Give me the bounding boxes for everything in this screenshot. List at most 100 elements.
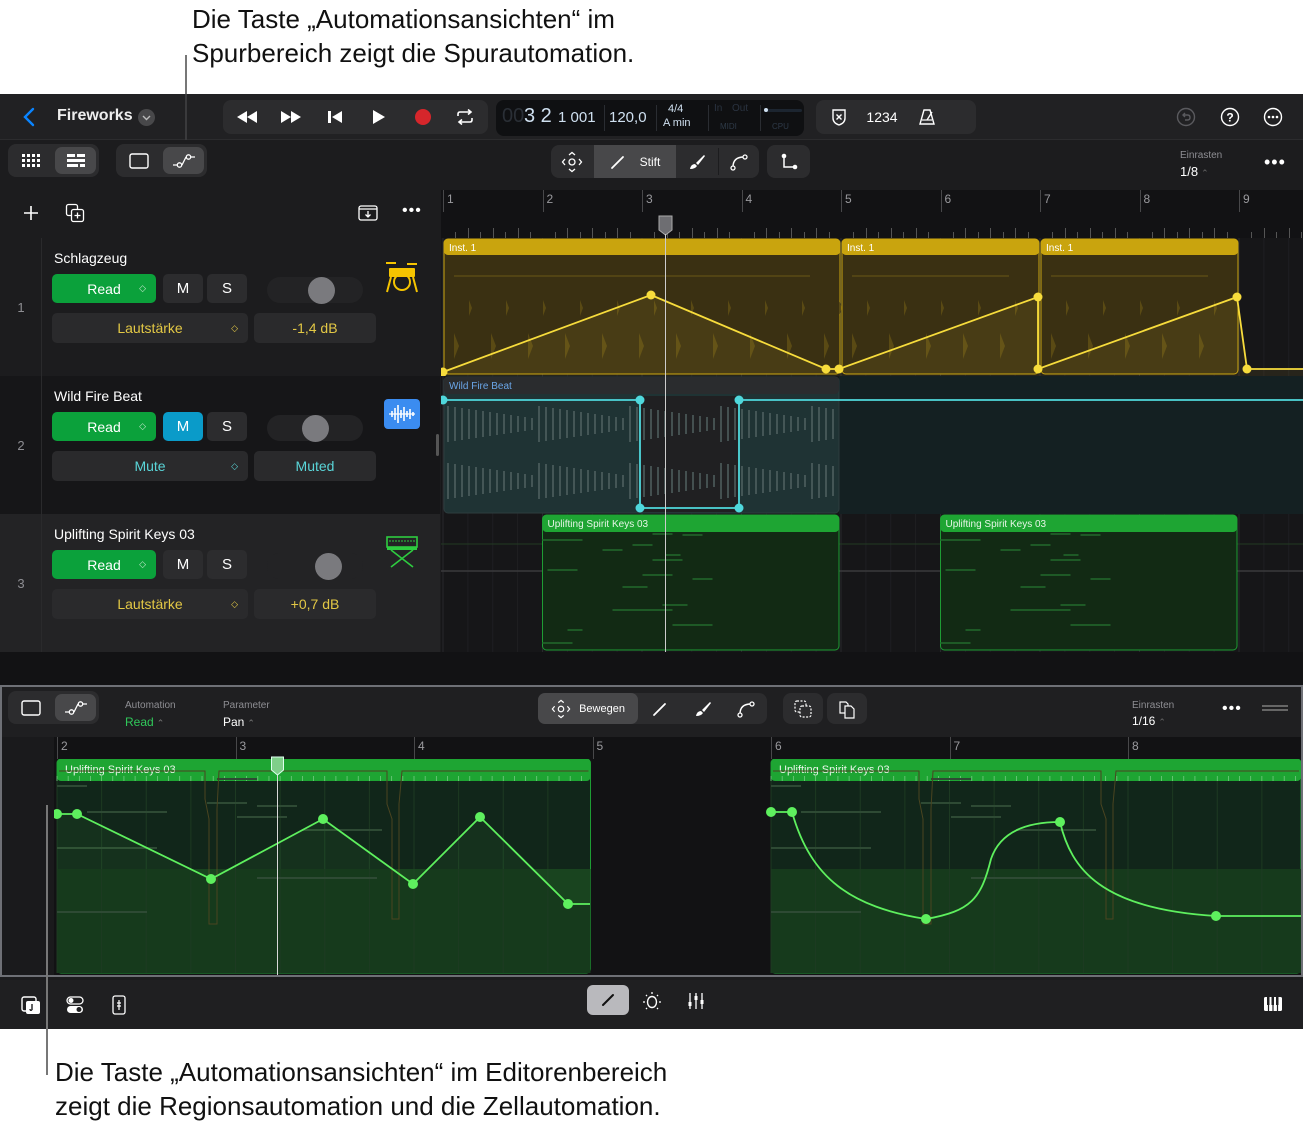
keyboard-button[interactable]: [1260, 992, 1286, 1016]
editor-region-view-button[interactable]: [11, 694, 51, 721]
automation-parameter-selector[interactable]: Mute ◇: [52, 451, 248, 481]
mute-button[interactable]: M: [163, 550, 203, 579]
fast-forward-button[interactable]: [271, 100, 311, 134]
bottom-toolbar: [0, 980, 1303, 1029]
cycle-button[interactable]: [445, 100, 485, 134]
plugins-button[interactable]: [640, 988, 664, 1014]
curve-tool-button[interactable]: [719, 145, 759, 178]
track-name[interactable]: Uplifting Spirit Keys 03: [54, 526, 195, 542]
region-uplifting-spirit-keys[interactable]: Uplifting Spirit Keys 03: [542, 514, 840, 651]
track-header-2[interactable]: 2 Wild Fire Beat Read ◇ M S Mute ◇ Muted: [0, 376, 440, 514]
automation-mode-button[interactable]: Read ◇: [52, 550, 156, 579]
duplicate-track-button[interactable]: [62, 200, 88, 226]
track-header-1[interactable]: 1 Schlagzeug Read ◇ M S Lautstärke ◇ -1,4 …: [0, 238, 440, 376]
help-button[interactable]: ?: [1219, 106, 1241, 128]
editor-resize-handle[interactable]: [1262, 705, 1288, 711]
time-signature[interactable]: 4/4: [668, 103, 683, 115]
automation-parameter-label: Lautstärke: [117, 596, 183, 612]
ruler-bar-line: [940, 190, 942, 212]
track-automation-view-button[interactable]: [163, 147, 204, 174]
editor-pencil-tool-button[interactable]: [639, 693, 681, 724]
automation-node: [408, 879, 418, 889]
tempo-display[interactable]: 120,0: [609, 109, 647, 126]
automation-mode-button[interactable]: Read ◇: [52, 274, 156, 303]
pencil-tool-button[interactable]: Stift: [594, 145, 676, 178]
tracks-more-button[interactable]: •••: [1264, 152, 1286, 173]
track-lane-3[interactable]: Uplifting Spirit Keys 03 Uplifting Spirit…: [441, 514, 1303, 652]
midi-note: [642, 574, 673, 576]
tracks-view-button[interactable]: [55, 147, 96, 174]
copy-button[interactable]: [827, 693, 867, 724]
automation-snap-button[interactable]: [767, 145, 810, 178]
back-button[interactable]: [18, 104, 40, 130]
live-loops-view-button[interactable]: [11, 147, 51, 174]
lcd-display[interactable]: 00 3 2 1 001 120,0 4/4 A min In Out MIDI…: [496, 100, 804, 136]
editor-canvas[interactable]: Uplifting Spirit Keys 03 Uplifting Spirit…: [54, 759, 1301, 975]
project-title[interactable]: Fireworks: [57, 107, 133, 125]
editor-pencil-button[interactable]: [587, 985, 629, 1015]
editor-snap-selector[interactable]: 1/16 ⌃: [1132, 714, 1166, 728]
playhead-handle[interactable]: [657, 215, 674, 236]
add-track-button[interactable]: [18, 200, 44, 226]
metronome-button[interactable]: [908, 100, 946, 134]
smart-controls-button[interactable]: [62, 992, 88, 1018]
solo-button[interactable]: S: [207, 274, 247, 303]
rewind-button[interactable]: [227, 100, 267, 134]
editor-curve-tool-button[interactable]: [725, 693, 767, 724]
track-scrollbar[interactable]: [436, 434, 439, 456]
snap-value-selector[interactable]: 1/8 ⌃: [1180, 164, 1209, 179]
automation-value-field[interactable]: +0,7 dB: [254, 589, 376, 619]
automation-value-field[interactable]: Muted: [254, 451, 376, 481]
play-button[interactable]: [359, 100, 399, 134]
timeline-ruler[interactable]: 1 2 3 4 5 6 7 8 9: [441, 190, 1303, 238]
editor-move-tool-button[interactable]: Bewegen: [538, 693, 638, 724]
record-button[interactable]: [403, 100, 443, 134]
editor-ruler[interactable]: 2 3 4 5 6 7 8: [54, 737, 1301, 759]
project-menu-button[interactable]: [138, 109, 155, 126]
region-view-button[interactable]: [119, 147, 159, 174]
solo-button[interactable]: S: [207, 412, 247, 441]
pan-slider[interactable]: [267, 553, 363, 580]
automation-mode-button[interactable]: Read ◇: [52, 412, 156, 441]
mute-button[interactable]: M: [163, 274, 203, 303]
select-group-button[interactable]: [783, 693, 823, 724]
browser-button[interactable]: [18, 992, 44, 1018]
editor-more-button[interactable]: •••: [1222, 700, 1242, 718]
editor-automation-view-button[interactable]: [55, 694, 96, 721]
editor-snap-value: 1/16: [1132, 714, 1156, 728]
editor-region[interactable]: Uplifting Spirit Keys 03: [770, 759, 1301, 974]
pointer-tool-button[interactable]: [551, 145, 593, 178]
brush-tool-button[interactable]: [677, 145, 717, 178]
parameter-selector[interactable]: Pan ⌃: [223, 715, 255, 729]
pan-knob[interactable]: [308, 277, 335, 304]
more-button[interactable]: [1262, 106, 1284, 128]
track-lane-1[interactable]: Inst. 1 Inst. 1 Inst. 1: [441, 238, 1303, 376]
count-in-button[interactable]: 1234: [862, 100, 902, 134]
import-button[interactable]: [355, 200, 381, 226]
automation-parameter-selector[interactable]: Lautstärke ◇: [52, 313, 248, 343]
go-to-start-button[interactable]: [315, 100, 355, 134]
key-signature[interactable]: A min: [663, 117, 691, 129]
automation-value-field[interactable]: -1,4 dB: [254, 313, 376, 343]
pan-knob[interactable]: [315, 553, 342, 580]
editor-brush-tool-button[interactable]: [682, 693, 724, 724]
track-header-3[interactable]: 3 Uplifting Spirit Keys 03 Read ◇ M S Lau…: [0, 514, 440, 652]
pan-knob[interactable]: [302, 415, 329, 442]
track-header-more-button[interactable]: •••: [402, 202, 422, 220]
mixer-button[interactable]: [684, 988, 708, 1014]
region-uplifting-spirit-keys[interactable]: Uplifting Spirit Keys 03: [940, 514, 1238, 651]
automation-mode-selector[interactable]: Read ⌃: [125, 715, 164, 729]
automation-parameter-selector[interactable]: Lautstärke ◇: [52, 589, 248, 619]
track-name[interactable]: Schlagzeug: [54, 250, 127, 266]
editor-playhead-handle[interactable]: [270, 756, 285, 776]
track-lane-2[interactable]: Wild Fire Beat: [441, 376, 1303, 514]
solo-button[interactable]: S: [207, 550, 247, 579]
midi-note: [1060, 604, 1086, 606]
pan-slider[interactable]: [267, 277, 363, 304]
inspector-button[interactable]: [106, 992, 132, 1018]
track-name[interactable]: Wild Fire Beat: [54, 388, 142, 404]
mute-button[interactable]: M: [163, 412, 203, 441]
metronome-settings-button[interactable]: [820, 100, 858, 134]
undo-button[interactable]: [1175, 106, 1197, 128]
pan-slider[interactable]: [267, 415, 363, 442]
